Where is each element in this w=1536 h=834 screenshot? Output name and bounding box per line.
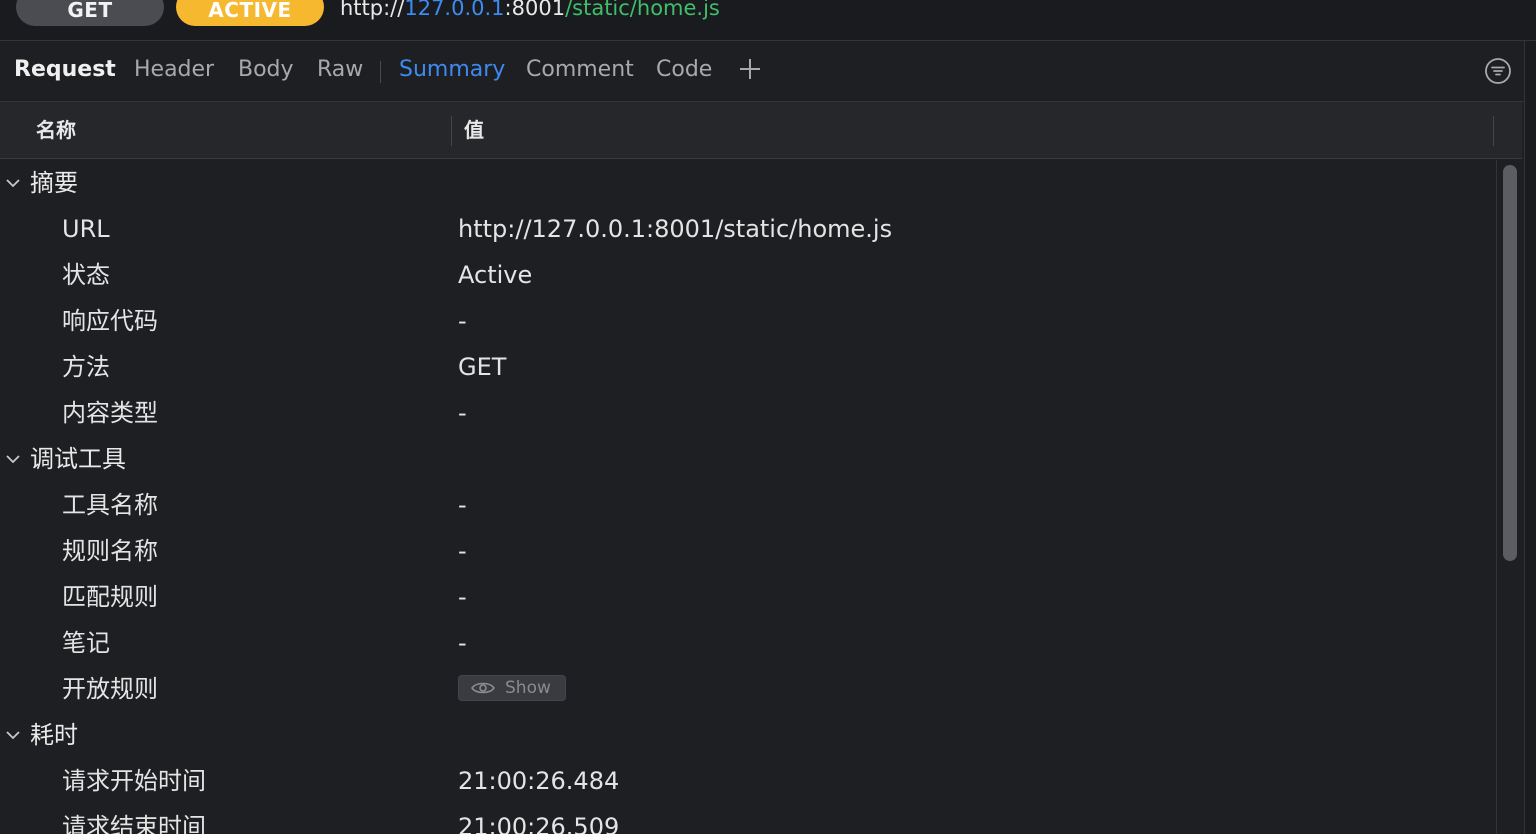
row-name: 工具名称 [62, 491, 158, 519]
row-value: 21:00:26.484 [458, 767, 620, 795]
row-value: - [458, 491, 467, 519]
table-row[interactable]: 规则名称 - [0, 528, 1496, 574]
column-header-name[interactable]: 名称 [36, 116, 76, 144]
column-resize-handle-end[interactable] [1493, 116, 1494, 146]
tab-body[interactable]: Body [238, 55, 294, 85]
row-value: - [458, 583, 467, 611]
row-value: - [458, 307, 467, 335]
table-row[interactable]: 方法 GET [0, 344, 1496, 390]
summary-table: 摘要 URL http://127.0.0.1:8001/static/home… [0, 160, 1496, 834]
row-name: 状态 [62, 261, 110, 289]
table-row[interactable]: 匹配规则 - [0, 574, 1496, 620]
show-button-label: Show [505, 678, 551, 698]
tab-summary[interactable]: Summary [399, 55, 505, 85]
row-value: - [458, 537, 467, 565]
table-row[interactable]: 状态 Active [0, 252, 1496, 298]
url-bar: GET ACTIVE http://127.0.0.1:8001/static/… [0, 0, 1536, 41]
show-rule-button[interactable]: Show [458, 675, 566, 701]
table-row[interactable]: 请求结束时间 21:00:26.509 [0, 804, 1496, 834]
row-name: 方法 [62, 353, 110, 381]
filter-icon[interactable] [1484, 57, 1512, 85]
app-window: GET ACTIVE http://127.0.0.1:8001/static/… [0, 0, 1536, 834]
row-name: 内容类型 [62, 399, 158, 427]
group-row-summary[interactable]: 摘要 [0, 160, 1496, 206]
table-row[interactable]: 笔记 - [0, 620, 1496, 666]
row-value: - [458, 399, 467, 427]
table-row[interactable]: 响应代码 - [0, 298, 1496, 344]
column-header-value[interactable]: 值 [464, 116, 484, 144]
tab-code[interactable]: Code [656, 55, 712, 85]
table-row[interactable]: 内容类型 - [0, 390, 1496, 436]
tab-request[interactable]: Request [14, 55, 116, 85]
method-badge[interactable]: GET [16, 0, 164, 26]
table-header: 名称 值 [0, 102, 1522, 159]
table-row[interactable]: 请求开始时间 21:00:26.484 [0, 758, 1496, 804]
row-value: http://127.0.0.1:8001/static/home.js [458, 215, 893, 243]
group-label: 耗时 [30, 721, 78, 749]
url-path: /static/home.js [565, 0, 720, 20]
url-host: 127.0.0.1 [404, 0, 505, 20]
url-scheme: http:// [340, 0, 405, 20]
row-name: 开放规则 [62, 675, 158, 703]
group-row-timing[interactable]: 耗时 [0, 712, 1496, 758]
request-url[interactable]: http://127.0.0.1:8001/static/home.js [340, 0, 720, 22]
column-resize-handle[interactable] [451, 116, 452, 146]
row-name: 请求开始时间 [62, 767, 206, 795]
row-name: 笔记 [62, 629, 110, 657]
table-row[interactable]: 工具名称 - [0, 482, 1496, 528]
row-name: 匹配规则 [62, 583, 158, 611]
row-name: 响应代码 [62, 307, 158, 335]
chevron-down-icon[interactable] [4, 726, 22, 744]
group-row-debug[interactable]: 调试工具 [0, 436, 1496, 482]
eye-icon [471, 682, 495, 694]
row-name: URL [62, 215, 110, 243]
tab-header[interactable]: Header [134, 55, 214, 85]
url-port: :8001 [504, 0, 566, 20]
row-value: Active [458, 261, 533, 289]
table-row[interactable]: 开放规则 Show [0, 666, 1496, 712]
plus-icon[interactable] [738, 57, 762, 81]
row-name: 规则名称 [62, 537, 158, 565]
scrollbar-thumb[interactable] [1503, 165, 1517, 561]
row-value: GET [458, 353, 507, 381]
chevron-down-icon[interactable] [4, 450, 22, 468]
group-label: 调试工具 [30, 445, 126, 473]
tab-divider [380, 61, 381, 83]
status-badge[interactable]: ACTIVE [176, 0, 324, 26]
tab-raw[interactable]: Raw [317, 55, 363, 85]
chevron-down-icon[interactable] [4, 174, 22, 192]
row-value: 21:00:26.509 [458, 813, 620, 834]
row-name: 请求结束时间 [62, 813, 206, 834]
tab-bar: Request Header Body Raw Summary Comment … [0, 41, 1536, 102]
row-value: - [458, 629, 467, 657]
panel-edge [1524, 41, 1536, 834]
group-label: 摘要 [30, 169, 78, 197]
table-row[interactable]: URL http://127.0.0.1:8001/static/home.js [0, 206, 1496, 252]
tab-comment[interactable]: Comment [526, 55, 634, 85]
